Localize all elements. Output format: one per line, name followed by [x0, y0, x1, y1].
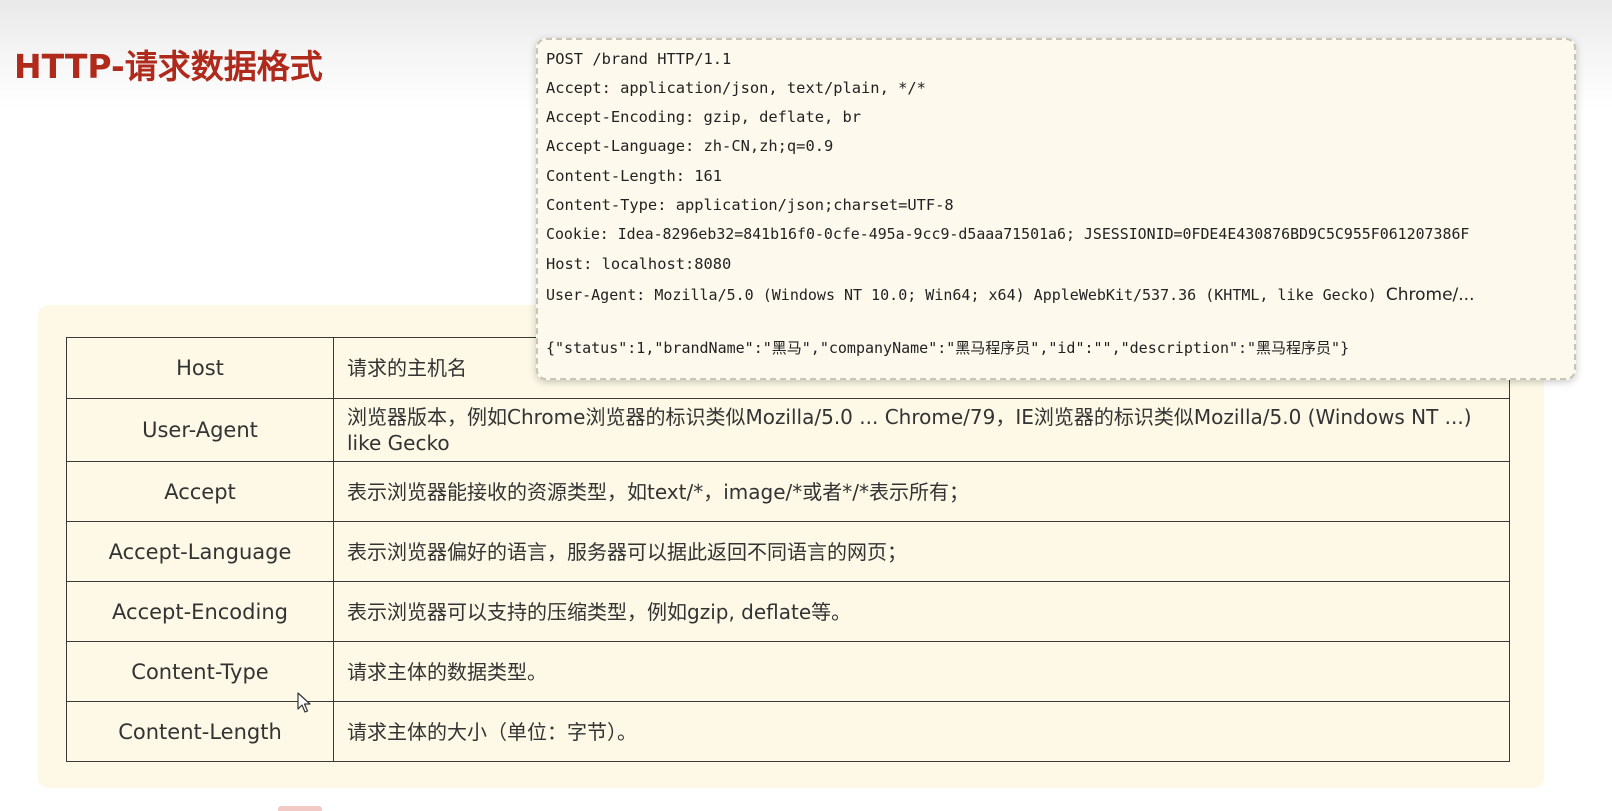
mouse-pointer-icon	[297, 692, 311, 713]
header-name: Host	[66, 337, 334, 399]
header-description: 浏览器版本，例如Chrome浏览器的标识类似Mozilla/5.0 ... Ch…	[333, 398, 1510, 462]
table-row: Accept 表示浏览器能接收的资源类型，如text/*，image/*或者*/…	[66, 461, 1510, 522]
user-agent-value: User-Agent: Mozilla/5.0 (Windows NT 10.0…	[546, 286, 1377, 304]
header-description: 请求主体的数据类型。	[333, 641, 1510, 702]
header-name: Content-Length	[66, 701, 334, 762]
header-description: 表示浏览器可以支持的压缩类型，例如gzip, deflate等。	[333, 581, 1510, 642]
header-name: Accept	[66, 461, 334, 522]
slide-bottom-mark	[278, 806, 322, 811]
request-header-line: Host: localhost:8080	[546, 255, 732, 273]
header-name: Content-Type	[66, 641, 334, 702]
table-row: Content-Length 请求主体的大小（单位：字节）。	[66, 701, 1510, 762]
request-body: {"status":1,"brandName":"黑马","companyNam…	[546, 339, 1350, 357]
header-name: Accept-Language	[66, 521, 334, 582]
request-line: POST /brand HTTP/1.1	[546, 50, 732, 68]
table-row: Accept-Encoding 表示浏览器可以支持的压缩类型，例如gzip, d…	[66, 581, 1510, 642]
request-header-line: Accept-Language: zh-CN,zh;q=0.9	[546, 137, 834, 155]
header-name: User-Agent	[66, 398, 334, 462]
header-description: 表示浏览器偏好的语言，服务器可以据此返回不同语言的网页；	[333, 521, 1510, 582]
header-description: 请求主体的大小（单位：字节）。	[333, 701, 1510, 762]
user-agent-line: User-Agent: Mozilla/5.0 (Windows NT 10.0…	[546, 285, 1475, 305]
table-row: Accept-Language 表示浏览器偏好的语言，服务器可以据此返回不同语言…	[66, 521, 1510, 582]
user-agent-ellipsis: Chrome/...	[1385, 285, 1475, 305]
request-header-line: Accept-Encoding: gzip, deflate, br	[546, 108, 862, 126]
header-description: 表示浏览器能接收的资源类型，如text/*，image/*或者*/*表示所有；	[333, 461, 1510, 522]
request-header-table: Host 请求的主机名 User-Agent 浏览器版本，例如Chrome浏览器…	[66, 337, 1510, 762]
header-name: Accept-Encoding	[66, 581, 334, 642]
request-header-line: Cookie: Idea-8296eb32=841b16f0-0cfe-495a…	[546, 225, 1470, 243]
slide-page: HTTP-请求数据格式 Host 请求的主机名 User-Agent 浏览器版本…	[0, 0, 1612, 811]
table-row: Content-Type 请求主体的数据类型。	[66, 641, 1510, 702]
request-header-line: Content-Type: application/json;charset=U…	[546, 196, 954, 214]
table-row: User-Agent 浏览器版本，例如Chrome浏览器的标识类似Mozilla…	[66, 398, 1510, 462]
request-header-line: Accept: application/json, text/plain, */…	[546, 79, 926, 97]
slide-title: HTTP-请求数据格式	[14, 47, 323, 86]
http-request-example: POST /brand HTTP/1.1 Accept: application…	[536, 38, 1576, 380]
request-header-line: Content-Length: 161	[546, 167, 723, 185]
